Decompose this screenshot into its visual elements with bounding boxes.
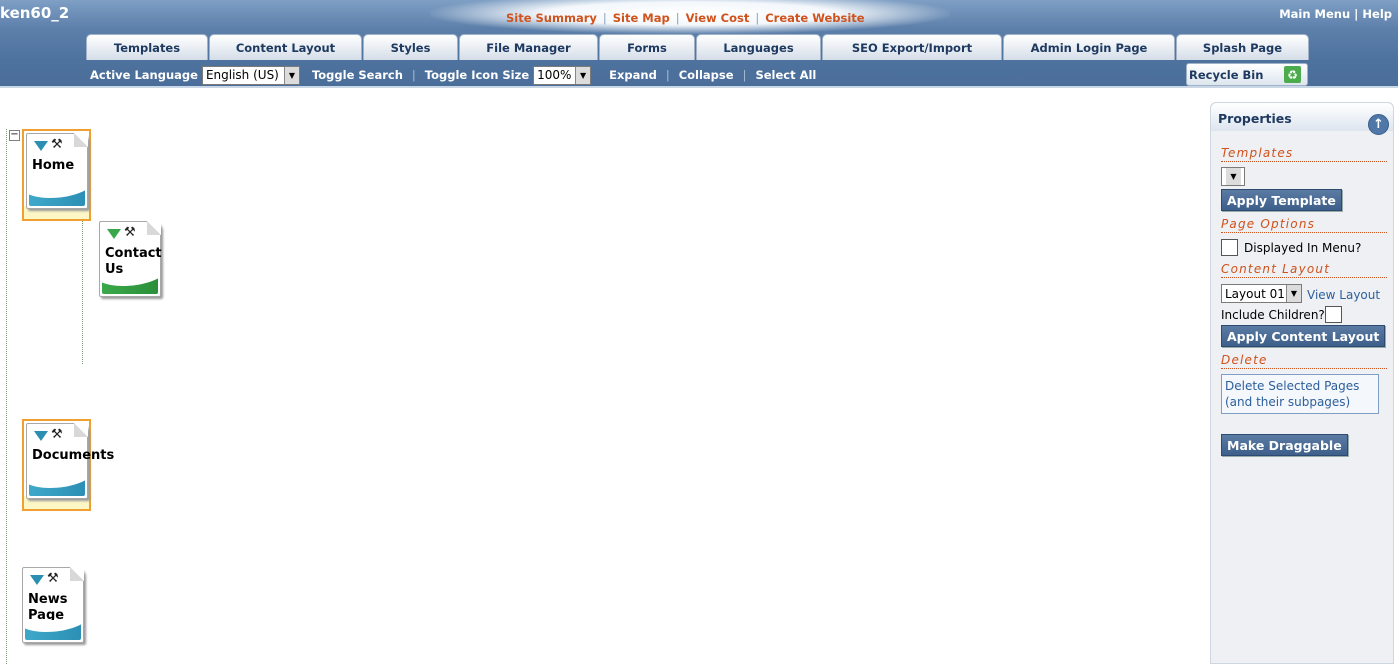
tab-languages[interactable]: Languages xyxy=(696,34,821,60)
app-header: ken60_2 Site Summary | Site Map | View C… xyxy=(0,0,1398,88)
tab-forms[interactable]: Forms xyxy=(599,34,695,60)
tree-node-home[interactable]: ⚒ Home xyxy=(22,129,91,221)
tab-admin-login-page[interactable]: Admin Login Page xyxy=(1003,34,1175,60)
properties-header: Properties ↑ xyxy=(1211,103,1393,135)
wrench-icon[interactable]: ⚒ xyxy=(51,427,63,442)
delete-section-title: Delete xyxy=(1221,353,1387,369)
dropdown-triangle-icon[interactable] xyxy=(34,141,48,151)
chevron-down-icon: ▼ xyxy=(1226,168,1241,185)
page-icon: ⚒ Documents xyxy=(26,423,114,499)
active-language-select[interactable]: English (US) ▼ xyxy=(201,65,300,85)
site-map-link[interactable]: Site Map xyxy=(607,11,676,25)
apply-content-layout-button[interactable]: Apply Content Layout xyxy=(1221,325,1386,347)
icon-size-value: 100% xyxy=(537,68,572,82)
content-layout-section-title: Content Layout xyxy=(1221,262,1387,278)
tree-node-news-page[interactable]: ⚒ News Page xyxy=(22,567,88,647)
tab-seo-export-import[interactable]: SEO Export/Import xyxy=(822,34,1002,60)
include-children-label: Include Children? xyxy=(1221,308,1325,322)
recycle-bin-button[interactable]: Recycle Bin ♻ xyxy=(1186,63,1308,86)
page-wave-decoration xyxy=(25,620,81,640)
page-wave-decoration xyxy=(29,476,85,496)
layout-value: Layout 01 xyxy=(1225,286,1285,301)
collapse-up-icon[interactable]: ↑ xyxy=(1368,114,1389,135)
page-icon: ⚒ Contact Us xyxy=(99,221,162,297)
displayed-in-menu-label: Displayed In Menu? xyxy=(1244,241,1362,255)
tab-file-manager[interactable]: File Manager xyxy=(459,34,598,60)
page-icon: ⚒ News Page xyxy=(22,567,84,643)
tree-collapse-toggle[interactable]: − xyxy=(9,130,20,141)
chevron-down-icon: ▼ xyxy=(1286,285,1301,302)
toggle-search-button[interactable]: Toggle Search xyxy=(312,68,403,82)
toolbar: Active Language English (US) ▼ Toggle Se… xyxy=(90,64,816,86)
top-links: Site Summary | Site Map | View Cost | Cr… xyxy=(500,11,871,25)
dropdown-triangle-icon[interactable] xyxy=(30,575,44,585)
templates-section-title: Templates xyxy=(1221,146,1387,162)
wrench-icon[interactable]: ⚒ xyxy=(51,137,63,152)
page-icon: ⚒ Home xyxy=(26,133,88,209)
site-tree: − ⚒ Home ⚒ Contact Us ⚒ Documents ⚒ News… xyxy=(0,92,1205,664)
page-wave-decoration xyxy=(102,274,158,294)
tab-templates[interactable]: Templates xyxy=(86,34,208,60)
help-link[interactable]: Help xyxy=(1362,7,1392,21)
active-language-label: Active Language xyxy=(90,68,198,82)
make-draggable-button[interactable]: Make Draggable xyxy=(1221,434,1348,456)
collapse-button[interactable]: Collapse xyxy=(679,68,734,82)
template-select[interactable]: ▼ xyxy=(1221,167,1245,186)
site-summary-link[interactable]: Site Summary xyxy=(500,11,603,25)
right-links: Main Menu | Help xyxy=(1279,7,1392,21)
properties-panel: Properties ↑ Templates ▼ Apply Template … xyxy=(1210,102,1394,664)
tab-splash-page[interactable]: Splash Page xyxy=(1176,34,1309,60)
view-cost-link[interactable]: View Cost xyxy=(680,11,756,25)
dropdown-triangle-icon[interactable] xyxy=(34,431,48,441)
tree-node-documents[interactable]: ⚒ Documents xyxy=(22,419,114,511)
chevron-down-icon: ▼ xyxy=(575,66,591,84)
layout-select[interactable]: Layout 01 ▼ xyxy=(1221,284,1302,303)
dropdown-triangle-icon[interactable] xyxy=(107,229,121,239)
tab-styles[interactable]: Styles xyxy=(363,34,458,60)
delete-selected-pages-button[interactable]: Delete Selected Pages (and their subpage… xyxy=(1221,374,1379,414)
page-wave-decoration xyxy=(29,186,85,206)
site-name: ken60_2 xyxy=(0,4,70,22)
main-menu-link[interactable]: Main Menu xyxy=(1279,7,1350,21)
create-website-link[interactable]: Create Website xyxy=(759,11,870,25)
tab-content-layout[interactable]: Content Layout xyxy=(209,34,362,60)
toggle-icon-size-button[interactable]: Toggle Icon Size xyxy=(425,68,529,82)
tree-node-contact-us[interactable]: ⚒ Contact Us xyxy=(99,221,165,301)
view-layout-link[interactable]: View Layout xyxy=(1307,288,1380,302)
displayed-in-menu-checkbox[interactable] xyxy=(1221,239,1238,256)
tree-connector xyxy=(6,129,7,664)
tree-connector xyxy=(82,218,83,364)
chevron-down-icon: ▼ xyxy=(283,66,299,84)
wrench-icon[interactable]: ⚒ xyxy=(47,571,59,586)
page-options-section-title: Page Options xyxy=(1221,217,1387,233)
properties-title: Properties xyxy=(1218,111,1292,126)
recycle-icon: ♻ xyxy=(1284,66,1301,83)
select-all-button[interactable]: Select All xyxy=(755,68,816,82)
right-links-separator: | xyxy=(1354,7,1359,21)
include-children-checkbox[interactable] xyxy=(1325,306,1342,323)
icon-size-select[interactable]: 100% ▼ xyxy=(533,65,592,85)
active-language-value: English (US) xyxy=(205,68,279,82)
apply-template-button[interactable]: Apply Template xyxy=(1221,189,1342,211)
node-label: Documents xyxy=(32,448,115,463)
node-label: Home xyxy=(32,158,75,173)
wrench-icon[interactable]: ⚒ xyxy=(124,225,136,240)
expand-button[interactable]: Expand xyxy=(609,68,657,82)
recycle-bin-label: Recycle Bin xyxy=(1189,67,1264,82)
